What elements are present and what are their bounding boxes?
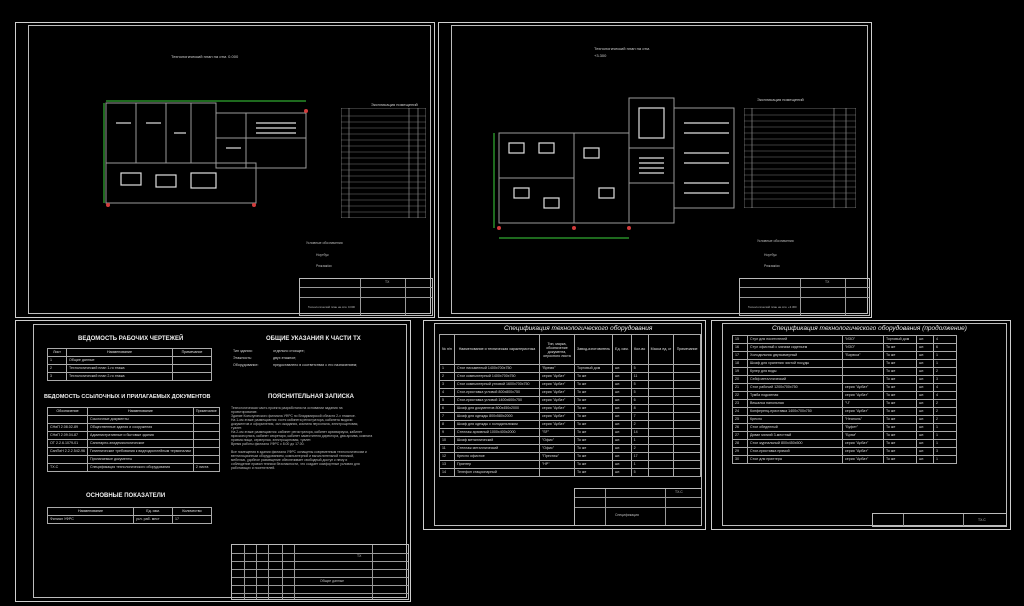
legend-title: Экспликация помещений bbox=[371, 102, 418, 107]
second-floor-plan-drawing bbox=[493, 97, 735, 239]
table-row: Ссылочные документы bbox=[47, 415, 220, 424]
title-block: ТХ.С bbox=[872, 513, 1007, 527]
legend-item-2: Рюкзак/ки bbox=[316, 264, 332, 268]
legend-item-1: Ноутбук bbox=[764, 253, 777, 257]
table-row: 21 Стол рабочий 1200х700х750 серия "Арбат"… bbox=[732, 383, 957, 392]
table-row: 27 Диван мягкий 3-местный "Брэм" То же шт. 1 bbox=[732, 431, 957, 440]
room-legend-table bbox=[341, 108, 426, 218]
legend-heading: Условные обозначения bbox=[306, 241, 343, 245]
table-row: 3 Стол компьютерный угловой 1600х700х750 с… bbox=[439, 380, 701, 389]
table-row: 7 Шкаф для одежды 800х580х2000 серия "Арба… bbox=[439, 412, 701, 421]
sheet-ground-floor-plan[interactable]: Технологический план на отм. 0.000 Экспл… bbox=[15, 22, 435, 318]
table-row: 24 Конференц-приставка 1400х700х750 серия … bbox=[732, 407, 957, 416]
table-row: 15 Стул для посетителей "ИЗО" Торговый дом ш… bbox=[732, 335, 957, 344]
stamp-code: ТХ bbox=[357, 554, 362, 558]
drawings-list-title: ВЕДОМОСТЬ РАБОЧИХ ЧЕРТЕЖЕЙ bbox=[78, 336, 184, 342]
table-row: 19 Кулер для воды То же шт. 2 bbox=[732, 367, 957, 376]
references-table: Обозначение Наименование Примечание Ссылоч… bbox=[47, 407, 220, 472]
stamp-code: ТХ.С bbox=[675, 490, 683, 494]
table-row: 1 Общие данные bbox=[47, 356, 212, 365]
title-block: ТХ Общие данные bbox=[231, 544, 409, 600]
table-row: 6 Шкаф для документов 800х450х2000 серия "… bbox=[439, 404, 701, 413]
table-row: 30 Стол для принтера серия "Арбат" То же шт.… bbox=[732, 455, 957, 464]
table-row: ОТ 2.2.6.1079-01 Санитарно-эпидемиологиче… bbox=[47, 439, 220, 448]
references-title: ВЕДОМОСТЬ ССЫЛОЧНЫХ И ПРИЛАГАЕМЫХ ДОКУМЕ… bbox=[44, 394, 211, 400]
sheet-general-data[interactable]: ВЕДОМОСТЬ РАБОЧИХ ЧЕРТЕЖЕЙ Лист Наименова… bbox=[15, 320, 411, 602]
explanatory-note-title: ПОЯСНИТЕЛЬНАЯ ЗАПИСКА bbox=[268, 394, 354, 400]
spec-title: Спецификация технологического оборудован… bbox=[772, 325, 967, 332]
table-row: 10 Шкаф металлический "Офис" То же шт. 1 bbox=[439, 436, 701, 445]
sheet-specification[interactable]: Спецификация технологического оборудован… bbox=[423, 320, 706, 530]
drawings-list-table: Лист Наименование Примечание 1 Общие данные… bbox=[47, 348, 212, 381]
spec-table: № п/п Наименование и техническая характер… bbox=[439, 334, 701, 477]
legend-title: Экспликация помещений bbox=[757, 97, 804, 102]
room-legend-table bbox=[744, 108, 856, 208]
stamp-title: Общие данные bbox=[320, 579, 345, 583]
stamp-code: ТХ bbox=[385, 280, 390, 284]
table-row: 9 Стеллаж архивный 1000х400х2000 "SF" То же… bbox=[439, 428, 701, 437]
table-row: 11 Стеллаж металлический "Офис" То же шт. 2 bbox=[439, 444, 701, 453]
table-row: 3 Технологический план 2-го этажа bbox=[47, 372, 212, 381]
ground-floor-plan-drawing bbox=[103, 100, 308, 207]
spec-table: 15 Стул для посетителей "ИЗО" Торговый дом ш… bbox=[732, 335, 957, 464]
indicators-table: Наименование Ед. изм. Количество Филиал УФ… bbox=[47, 507, 212, 524]
indicators-title: ОСНОВНЫЕ ПОКАЗАТЕЛИ bbox=[86, 493, 166, 499]
legend-heading: Условные обозначения bbox=[757, 239, 794, 243]
table-row: 13 Принтер "HP" То же шт. 1 bbox=[439, 460, 701, 469]
legend-item-1: Ноутбук bbox=[316, 253, 329, 257]
table-row: 12 Кресло офисное "Престиж" То же шт. 17 bbox=[439, 452, 701, 461]
table-row: 2 Технологический план 1-го этажа bbox=[47, 364, 212, 373]
table-row: СНиП 2.08.02-89 Общественные здания и соо… bbox=[47, 423, 220, 432]
table-row: 8 Шкаф для одежды с холодильником серия "А… bbox=[439, 420, 701, 429]
table-row: 23 Вешалка напольная "Ч" То же шт. 2 bbox=[732, 399, 957, 408]
spec-title: Спецификация технологического оборудован… bbox=[504, 325, 653, 332]
stamp-code: ТХ.С bbox=[978, 518, 986, 522]
stamp-title: Спецификация bbox=[615, 513, 639, 517]
table-row: 2 Стол компьютерный 1400х700х750 серия "Ар… bbox=[439, 372, 701, 381]
table-row: 26 Стол обеденный "Буфет" То же шт. 1 bbox=[732, 423, 957, 432]
table-row: 16 Стул офисный с мягким сиденьем "ИЗО" То … bbox=[732, 343, 957, 352]
table-row: 20 Сейф металлический То же шт. 3 bbox=[732, 375, 957, 384]
table-row: 22 Тумба подкатная серия "Арбат" То же шт. 4 bbox=[732, 391, 957, 400]
title-block: ТХ.С Спецификация bbox=[574, 488, 702, 526]
table-row: Оборудование: предоставлено в соответстви… bbox=[233, 363, 358, 367]
general-notes-title: ОБЩИЕ УКАЗАНИЯ К ЧАСТИ ТХ bbox=[266, 336, 361, 342]
table-row: 1 Стол письменный 1400х700х750 "Время" Торг… bbox=[439, 364, 701, 373]
table-row: СНиП 2.09.04-87 Административные и бытовы… bbox=[47, 431, 220, 440]
table-row: ТХ.С Спецификация технологического оборуд… bbox=[47, 463, 220, 472]
table-row: 29 Стол-приставка прямой серия "Арбат" То ж… bbox=[732, 447, 957, 456]
sheet-specification-continued[interactable]: Спецификация технологического оборудован… bbox=[711, 320, 1011, 530]
stamp-title: Технологический план на отм. 0.000 bbox=[308, 305, 355, 309]
table-row: Тип здания: отдельно стоящее; bbox=[233, 349, 305, 353]
table-row: 5 Стол-приставка угловой 1400х600х750 сери… bbox=[439, 396, 701, 405]
sheet-second-floor-plan[interactable]: Технологический план на отм. +3.300 Эксп… bbox=[438, 22, 872, 318]
table-row: Прилагаемые документы bbox=[47, 455, 220, 464]
plan-title: Технологический план на отм. bbox=[594, 46, 651, 51]
plan-level: +3.300 bbox=[594, 53, 607, 58]
table-row: 28 Стол журнальный 800х450х500 серия "Арба… bbox=[732, 439, 957, 448]
table-row: 14 Телефон стационарный То же шт. 5 bbox=[439, 468, 701, 477]
title-block: ТХ Технологический план на отм. +3.300 bbox=[739, 278, 870, 316]
table-row: Этажность: двух этажное; bbox=[233, 356, 297, 360]
plan-title: Технологический план на отм. 0.000 bbox=[171, 54, 239, 59]
legend-item-2: Рюкзак/ки bbox=[764, 264, 780, 268]
table-row: 25 Кресло "Неаполь" То же шт. 2 bbox=[732, 415, 957, 424]
stamp-title: Технологический план на отм. +3.300 bbox=[748, 305, 797, 309]
table-row: 4 Стол-приставка угловой 800х800х750 серия… bbox=[439, 388, 701, 397]
table-row: СанПиН 2.2.2.542-96 Гигиенические требова… bbox=[47, 447, 220, 456]
stamp-code: ТХ bbox=[825, 280, 830, 284]
table-row: 17 Холодильник двухкамерный "Бирюса" То же ш… bbox=[732, 351, 957, 360]
general-notes-table: Тип здания: отдельно стоящее; Этажность: д… bbox=[231, 348, 391, 369]
table-row: Филиал УФРС усл. раб. мест 17 bbox=[47, 515, 212, 524]
table-row: 18 Шкаф для хранения чистой посуды То же шт… bbox=[732, 359, 957, 368]
title-block: ТХ Технологический план на отм. 0.000 bbox=[299, 278, 433, 316]
explanatory-note-text: Технологическая часть проекта разработан… bbox=[231, 406, 373, 470]
